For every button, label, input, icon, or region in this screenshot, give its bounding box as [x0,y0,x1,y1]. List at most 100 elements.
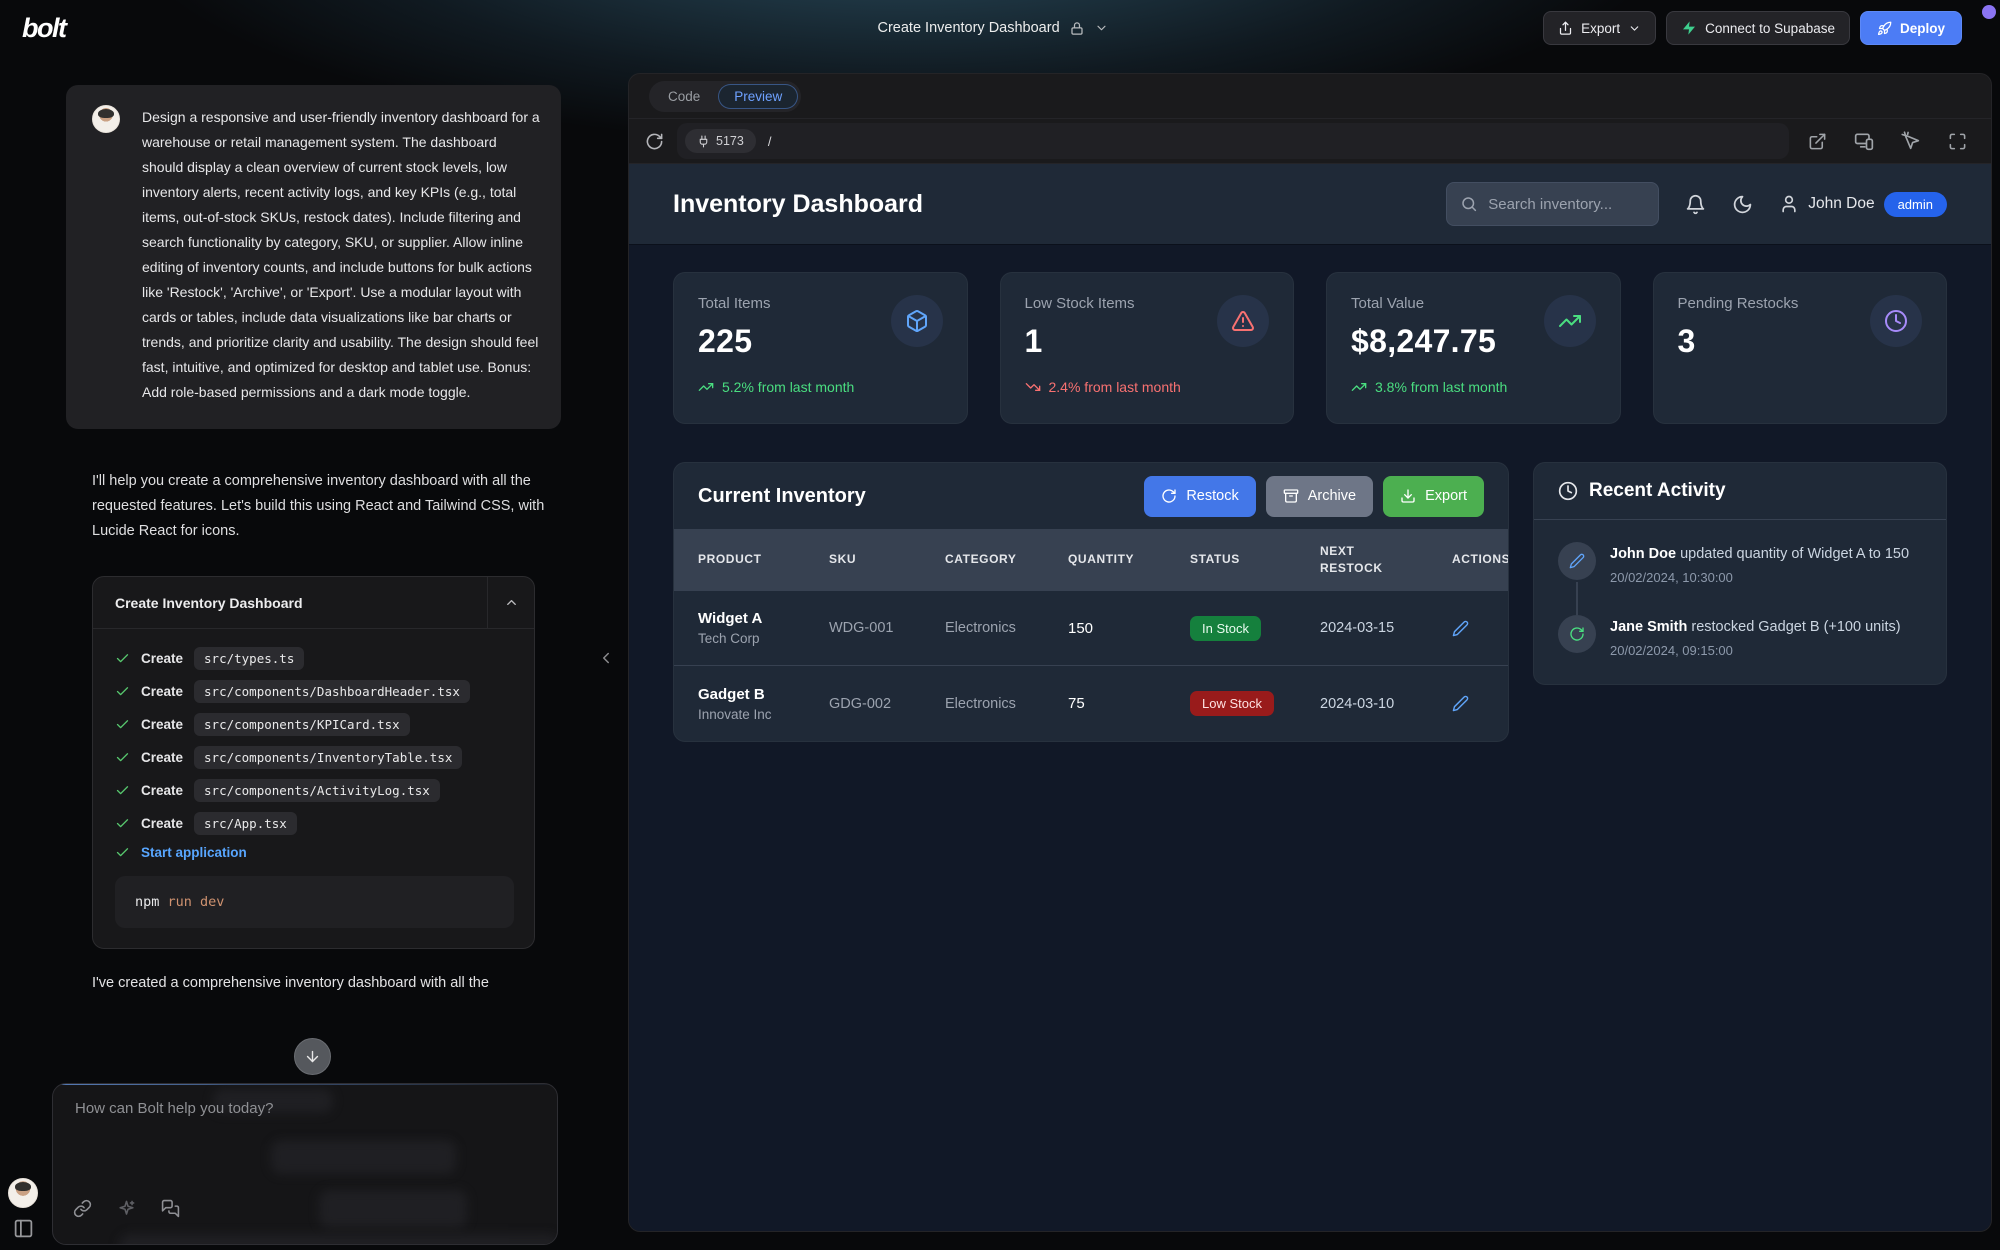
project-title-menu[interactable]: Create Inventory Dashboard [877,20,1108,36]
start-application-link[interactable]: Start application [141,845,247,860]
user-icon [1779,194,1799,214]
kpi-cards-row: Total Items 225 5.2% from last month [673,272,1947,424]
step-file[interactable]: src/components/KPICard.tsx [194,713,410,736]
check-icon [115,750,130,765]
product-sku: WDG-001 [829,620,945,636]
activity-timestamp: 20/02/2024, 10:30:00 [1610,570,1909,585]
project-title: Create Inventory Dashboard [877,20,1059,36]
tab-code[interactable]: Code [652,84,716,109]
task-card: Create Inventory Dashboard Create src/ty… [92,576,535,949]
edit-pencil-icon[interactable] [1452,620,1469,637]
product-category: Electronics [945,620,1068,636]
reload-icon[interactable] [645,132,664,151]
url-input[interactable]: 5173 / [677,123,1789,159]
connect-supabase-button[interactable]: Connect to Supabase [1666,11,1850,45]
inventory-search-input[interactable] [1488,196,1645,213]
check-icon [115,845,130,860]
user-name: John Doe [1808,195,1874,213]
ghost-suggestion [319,1190,467,1228]
trending-up-icon [698,379,714,395]
share-icon [1558,21,1573,36]
refresh-icon [1161,488,1177,504]
col-sku: SKU [829,551,945,568]
clock-icon [1870,295,1922,347]
plug-icon [697,135,710,148]
user-menu[interactable]: John Doe admin [1779,192,1947,217]
task-step: Create src/types.ts [115,647,514,670]
trending-down-icon [1025,379,1041,395]
chat-mode-icon[interactable] [161,1199,180,1218]
attach-link-icon[interactable] [73,1199,92,1218]
dark-mode-toggle-moon-icon[interactable] [1732,194,1753,215]
archive-icon [1283,488,1299,504]
step-file[interactable]: src/App.tsx [194,812,297,835]
inventory-table-row[interactable]: Widget A Tech Corp WDG-001 Electronics 1… [674,591,1508,666]
next-restock-date: 2024-03-15 [1320,620,1452,636]
activity-item: John Doe updated quantity of Widget A to… [1558,542,1922,615]
download-icon [1400,488,1416,504]
edit-pencil-icon[interactable] [1452,695,1469,712]
start-application-step: Start application [115,845,514,860]
kpi-label: Pending Restocks [1678,295,1799,312]
col-status: Status [1190,551,1320,568]
inventory-table-row[interactable]: Gadget B Innovate Inc GDG-002 Electronic… [674,666,1508,741]
status-badge: Low Stock [1190,691,1274,716]
product-quantity[interactable]: 150 [1068,620,1190,637]
step-file[interactable]: src/components/InventoryTable.tsx [194,746,462,769]
step-file[interactable]: src/components/ActivityLog.tsx [194,779,440,802]
kpi-change: 3.8% from last month [1351,379,1596,395]
top-bar: bolt Create Inventory Dashboard Export C… [0,0,2000,56]
dashboard-header: Inventory Dashboard John Doe admin [629,164,1991,244]
inspect-cursor-icon[interactable] [1901,131,1921,151]
col-next-restock: Next Restock [1320,543,1396,578]
step-file[interactable]: src/components/DashboardHeader.tsx [194,680,470,703]
app-preview-frame: Inventory Dashboard John Doe admin [629,164,1991,1231]
sidebar-toggle-icon[interactable] [13,1218,34,1239]
port-number: 5173 [716,134,744,148]
kpi-label: Low Stock Items [1025,295,1135,312]
scroll-to-bottom-button[interactable] [294,1038,331,1075]
chat-sidebar: Design a responsive and user-friendly in… [0,56,628,1250]
collapse-chat-chevron[interactable] [597,649,615,667]
account-avatar[interactable] [8,1178,38,1208]
deploy-button[interactable]: Deploy [1860,11,1962,45]
kpi-card-low-stock: Low Stock Items 1 2.4% from last month [1000,272,1295,424]
notifications-bell-icon[interactable] [1685,194,1706,215]
enhance-prompt-sparkles-icon[interactable] [117,1199,136,1218]
port-badge[interactable]: 5173 [685,129,756,153]
restock-button[interactable]: Restock [1144,476,1255,517]
url-path: / [768,134,772,149]
product-supplier: Tech Corp [698,631,829,646]
responsive-devices-icon[interactable] [1854,131,1874,151]
tab-preview[interactable]: Preview [718,84,798,109]
task-step: Create src/components/KPICard.tsx [115,713,514,736]
chevron-down-icon [1628,22,1641,35]
export-button[interactable]: Export [1543,11,1656,45]
recent-activity-panel: Recent Activity John Doe updated quantit… [1533,462,1947,685]
role-badge: admin [1884,192,1947,217]
export-csv-button[interactable]: Export [1383,476,1484,517]
step-file[interactable]: src/types.ts [194,647,304,670]
kpi-card-total-items: Total Items 225 5.2% from last month [673,272,968,424]
chat-message-input[interactable] [75,1100,515,1117]
col-quantity: Quantity [1068,551,1190,568]
product-supplier: Innovate Inc [698,707,829,722]
step-action: Create [141,816,183,831]
supabase-icon [1681,20,1697,36]
task-step: Create src/App.tsx [115,812,514,835]
command-args: run dev [168,894,225,910]
collapse-task-card-button[interactable] [487,577,534,628]
step-action: Create [141,717,183,732]
preview-address-bar: 5173 / [629,118,1991,164]
product-quantity[interactable]: 75 [1068,695,1190,712]
fullscreen-icon[interactable] [1948,132,1967,151]
archive-button[interactable]: Archive [1266,476,1373,517]
col-product: Product [698,551,829,568]
check-icon [115,816,130,831]
assistant-intro-text: I'll help you create a comprehensive inv… [92,469,550,544]
kpi-label: Total Value [1351,295,1496,312]
user-message: Design a responsive and user-friendly in… [66,85,561,429]
lock-icon [1070,21,1085,36]
kpi-value: 1 [1025,323,1135,360]
open-external-icon[interactable] [1808,132,1827,151]
